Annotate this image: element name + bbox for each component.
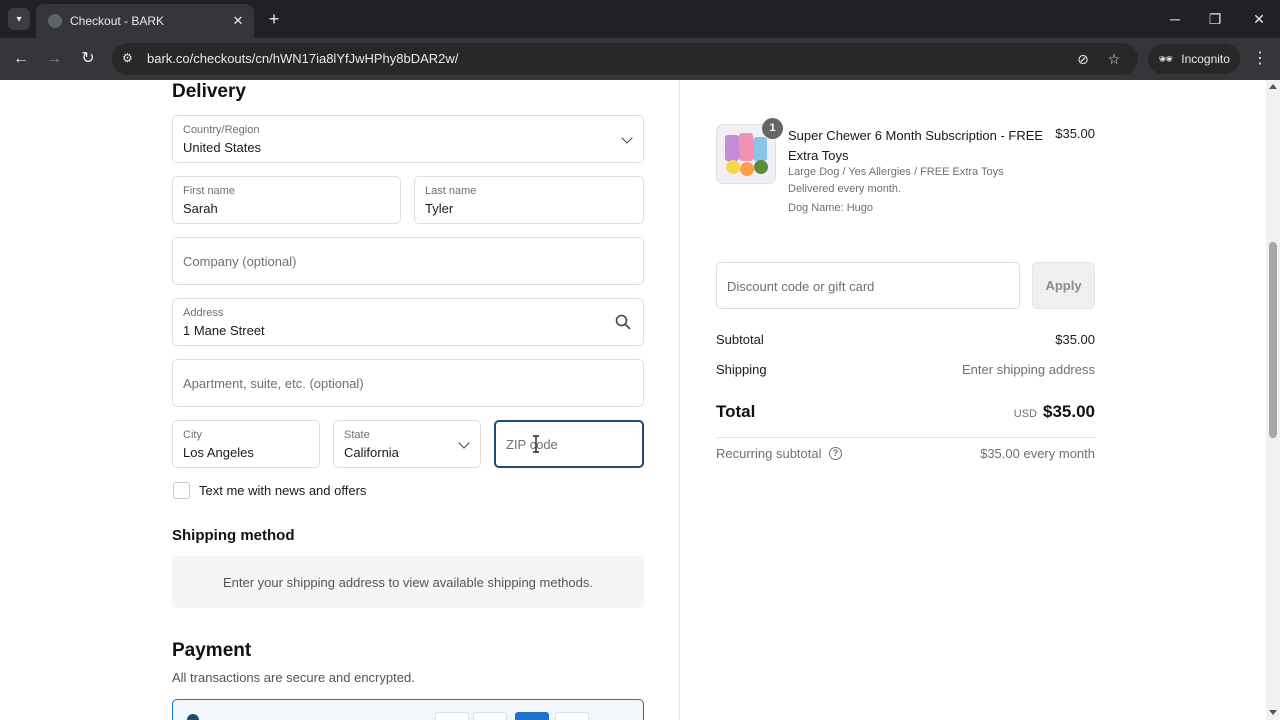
eye-off-icon[interactable]: ⊘ (1074, 50, 1092, 68)
first-name-field[interactable]: First name Sarah (172, 176, 401, 224)
subtotal-label: Subtotal (716, 332, 764, 347)
recurring-subtotal-label: Recurring subtotal (716, 446, 822, 461)
discover-icon (555, 712, 589, 720)
page-scrollbar[interactable] (1266, 80, 1280, 720)
payment-heading: Payment (172, 640, 252, 661)
help-icon[interactable]: ? (829, 447, 842, 460)
star-icon[interactable]: ☆ (1105, 50, 1123, 68)
recurring-subtotal-value: $35.00 every month (980, 446, 1095, 461)
text-cursor-icon (533, 435, 539, 453)
tab-title: Checkout - BARK (70, 14, 165, 28)
radio-selected-icon (187, 714, 199, 720)
globe-icon (48, 14, 62, 28)
state-select[interactable]: State California (333, 420, 481, 468)
scroll-up-icon[interactable] (1269, 84, 1277, 89)
site-info-icon[interactable]: ⚙ (122, 51, 133, 65)
city-label: City (183, 429, 202, 441)
last-name-field[interactable]: Last name Tyler (414, 176, 644, 224)
search-icon[interactable] (615, 314, 631, 330)
new-tab-icon[interactable]: + (264, 9, 284, 29)
total-currency: USD (1013, 408, 1037, 420)
state-value: California (344, 445, 399, 460)
product-name: Super Chewer 6 Month Subscription - FREE… (788, 128, 1044, 163)
browser-toolbar: ← → ↻ ⚙ bark.co/checkouts/cn/hWN17ia8lYf… (0, 38, 1280, 80)
reload-icon[interactable]: ↻ (77, 48, 99, 70)
summary-divider (716, 437, 1095, 438)
text-me-label: Text me with news and offers (199, 483, 367, 498)
country-label: Country/Region (183, 124, 260, 136)
incognito-indicator[interactable]: 🕶 Incognito (1148, 44, 1240, 74)
last-name-value: Tyler (425, 201, 454, 216)
company-placeholder: Company (optional) (183, 254, 297, 269)
shipping-label: Shipping (716, 362, 767, 377)
checkout-page: Delivery Country/Region United States Fi… (0, 80, 1280, 720)
zip-code-field[interactable]: ZIP code (494, 420, 644, 468)
payment-subtitle: All transactions are secure and encrypte… (172, 670, 415, 685)
delivery-heading: Delivery (172, 81, 246, 102)
city-value: Los Angeles (183, 445, 254, 460)
shipping-method-notice: Enter your shipping address to view avai… (172, 556, 644, 608)
text-me-checkbox[interactable] (173, 482, 190, 499)
product-dog-name: Dog Name: Hugo (788, 202, 873, 214)
country-value: United States (183, 140, 262, 155)
state-label: State (344, 429, 370, 441)
company-field[interactable]: Company (optional) (172, 237, 644, 285)
product-delivery-frequency: Delivered every month. (788, 183, 902, 195)
shipping-method-heading: Shipping method (172, 527, 295, 544)
forward-icon[interactable]: → (43, 48, 65, 70)
minimize-icon[interactable]: ─ (1166, 9, 1184, 29)
address-value: 1 Mane Street (183, 323, 265, 338)
url-text[interactable]: bark.co/checkouts/cn/hWN17ia8lYfJwHPhy8b… (147, 51, 458, 66)
total-label: Total (716, 402, 756, 421)
product-price: $35.00 (1055, 126, 1095, 141)
credit-card-option[interactable] (172, 699, 644, 720)
chevron-down-icon (458, 437, 470, 449)
first-name-label: First name (183, 185, 235, 197)
amex-icon (515, 712, 549, 720)
total-value: $35.00 (1043, 402, 1095, 421)
browser-titlebar: ▾ Checkout - BARK ✕ + ─ ❐ ✕ (0, 0, 1280, 38)
apartment-placeholder: Apartment, suite, etc. (optional) (183, 376, 364, 391)
apartment-field[interactable]: Apartment, suite, etc. (optional) (172, 359, 644, 407)
city-field[interactable]: City Los Angeles (172, 420, 320, 468)
menu-icon[interactable]: ⋮ (1250, 48, 1270, 70)
country-select[interactable]: Country/Region United States (172, 115, 644, 163)
close-window-icon[interactable]: ✕ (1250, 9, 1268, 29)
address-label: Address (183, 307, 224, 319)
discount-placeholder: Discount code or gift card (727, 279, 875, 294)
apply-discount-button[interactable]: Apply (1032, 262, 1095, 309)
tab-search-icon[interactable]: ▾ (8, 8, 30, 30)
back-icon[interactable]: ← (10, 48, 32, 70)
first-name-value: Sarah (183, 201, 218, 216)
scrollbar-thumb[interactable] (1269, 242, 1277, 438)
last-name-label: Last name (425, 185, 477, 197)
address-field[interactable]: Address 1 Mane Street (172, 298, 644, 346)
quantity-badge: 1 (762, 118, 783, 139)
scroll-down-icon[interactable] (1269, 710, 1277, 715)
mastercard-icon (473, 712, 507, 720)
subtotal-value: $35.00 (1055, 332, 1095, 347)
address-bar[interactable]: ⚙ bark.co/checkouts/cn/hWN17ia8lYfJwHPhy… (112, 43, 1138, 75)
incognito-label: Incognito (1181, 52, 1230, 66)
shipping-value: Enter shipping address (962, 362, 1095, 377)
close-tab-icon[interactable]: ✕ (230, 13, 246, 29)
incognito-icon: 🕶 (1158, 52, 1174, 66)
total-amount: USD $35.00 (900, 402, 1095, 422)
discount-code-input[interactable]: Discount code or gift card (716, 262, 1020, 309)
product-variant: Large Dog / Yes Allergies / FREE Extra T… (788, 166, 1004, 178)
visa-icon (435, 712, 469, 720)
restore-icon[interactable]: ❐ (1206, 9, 1224, 29)
browser-tab-checkout[interactable]: Checkout - BARK ✕ (36, 4, 254, 38)
chevron-down-icon (621, 132, 633, 144)
